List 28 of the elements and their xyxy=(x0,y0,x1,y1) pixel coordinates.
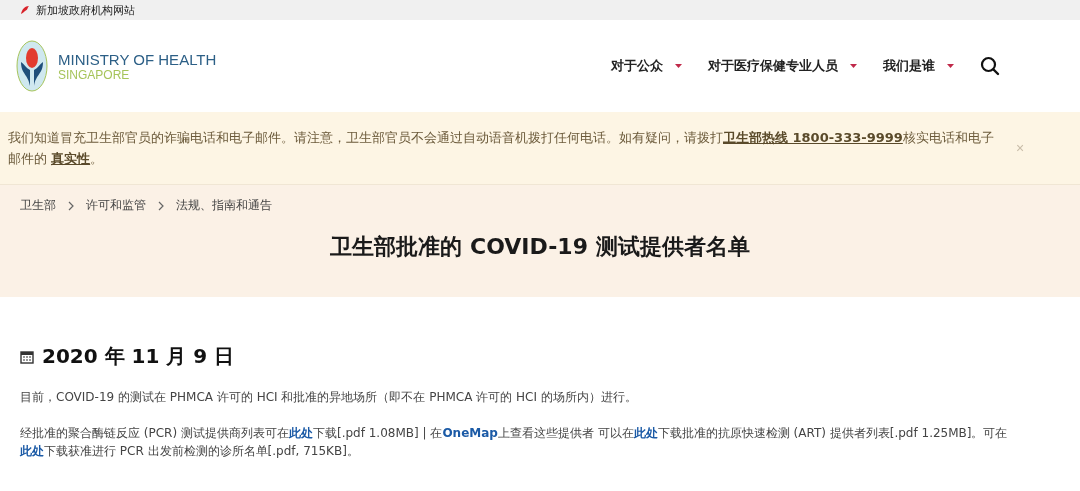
link[interactable]: 此处 xyxy=(633,426,658,440)
page-title: 卫生部批准的 COVID-19 测试提供者名单 xyxy=(329,233,751,261)
link[interactable]: 卫生部热线 1800-333-9999 xyxy=(723,130,903,145)
breadcrumb-link[interactable]: 卫生部 xyxy=(20,197,56,214)
link[interactable]: 真实性 xyxy=(51,151,91,166)
breadcrumb-link[interactable]: 许可和监管 xyxy=(86,197,146,214)
link[interactable]: 此处 xyxy=(20,444,44,458)
alert-message: 我们知道冒充卫生部官员的诈骗电话和电子邮件。请注意，卫生部官员不会通过自动语音机拨打任何电话。如有疑问，请拨打卫生部热线 1800-333-9999核实电话和电子邮件的 真实性。 xyxy=(8,129,995,168)
paragraph: 目前，COVID-19 的测试在 PHMCA 许可的 HCI 和批准的异地场所（即不在 PHMCA 许可的 HCI 的场所内）进行。 xyxy=(20,389,638,406)
logo-title: MINISTRY OF HEALTH xyxy=(58,50,217,68)
nav-menu[interactable]: 对于公众 xyxy=(611,57,682,75)
caret-icon xyxy=(675,64,682,68)
caret-icon xyxy=(850,64,857,68)
nav-menu[interactable]: 对于医疗保健专业人员 xyxy=(708,57,857,75)
caret-icon xyxy=(947,64,954,68)
logo-icon xyxy=(16,40,48,92)
date-heading: 2020 年 11 月 9 日 xyxy=(42,343,235,370)
paragraph: 经批准的聚合酶链反应 (PCR) 测试提供商列表可在此处下载[.pdf 1.08MB] | 在OneMap上查看这些提供者 可以在此处下载批准的抗原快速检测 (ART) 提供者列表[.pdf 1.25MB]。可在 此处下载获准进行 PCR 出发前检测的诊所名单[.pdf, 715KB]。 xyxy=(20,425,1009,460)
chevron-icon xyxy=(68,200,74,211)
calendar-icon xyxy=(20,349,34,364)
gov-bar-text: 新加坡政府机构网站 xyxy=(36,2,135,18)
link[interactable]: OneMap xyxy=(442,426,498,440)
chevron-icon xyxy=(158,200,164,211)
breadcrumb-link[interactable]: 法规、指南和通告 xyxy=(176,197,272,214)
link[interactable]: 此处 xyxy=(288,426,313,440)
logo-subtitle: SINGAPORE xyxy=(58,67,131,82)
search-icon[interactable] xyxy=(980,56,1000,76)
nav-menu[interactable]: 我们是谁 xyxy=(883,57,954,75)
